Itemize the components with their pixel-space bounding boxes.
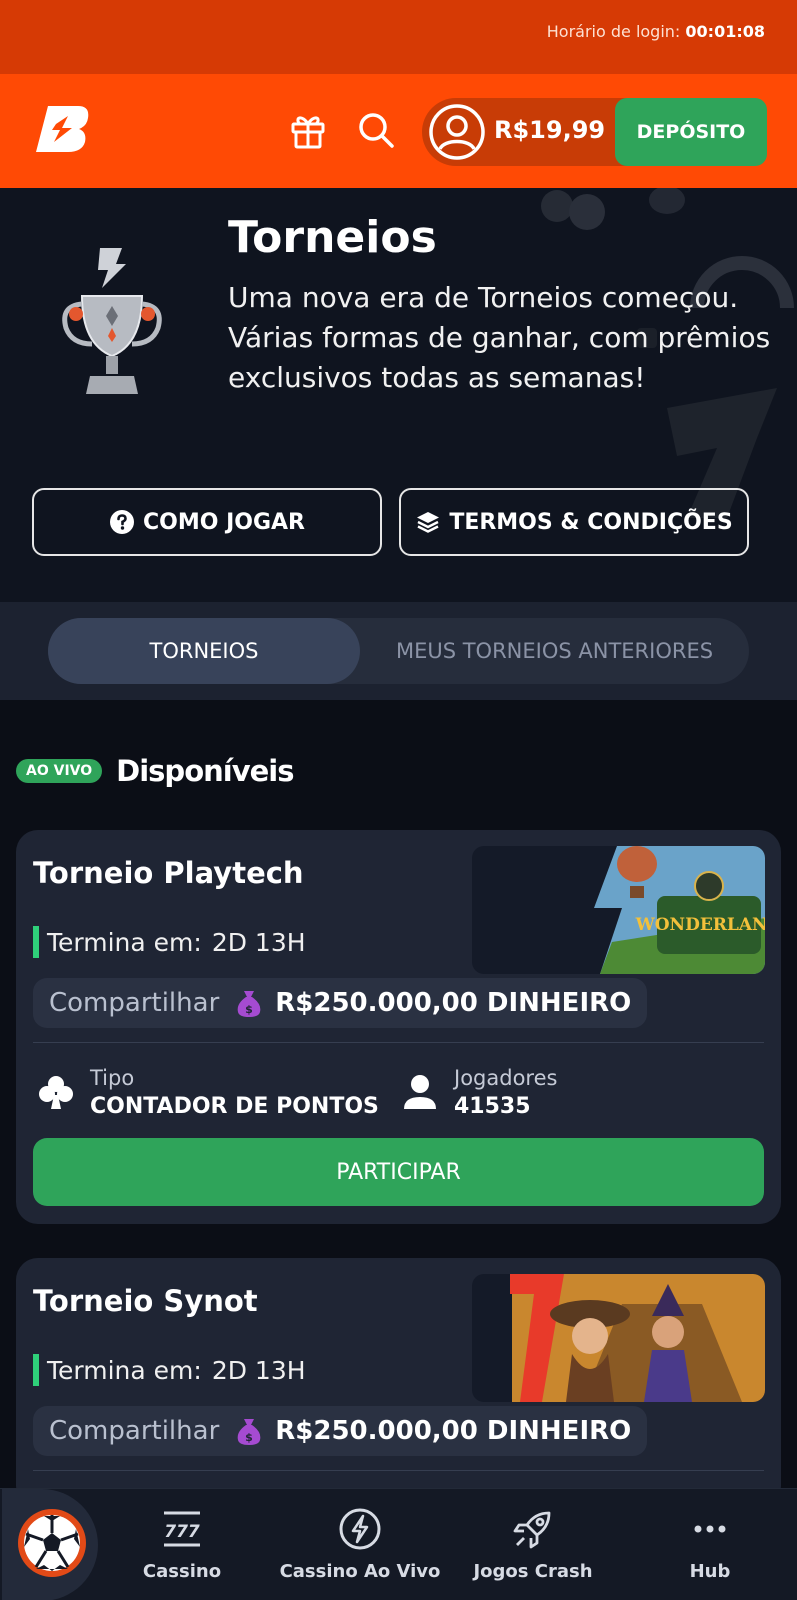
slot-777-icon: 777 — [164, 1511, 200, 1547]
tournament-image[interactable]: WONDERLAND — [472, 846, 765, 974]
layers-icon — [417, 512, 440, 533]
prize-amount: R$250.000,00 DINHEIRO — [275, 1416, 632, 1446]
tabs-bar: TORNEIOS MEUS TORNEIOS ANTERIORES — [0, 602, 797, 700]
rocket-icon — [513, 1511, 551, 1549]
page-title: Torneios — [228, 212, 437, 263]
tab-previous-tournaments[interactable]: MEUS TORNEIOS ANTERIORES — [360, 618, 749, 684]
prize-amount: R$250.000,00 DINHEIRO — [275, 988, 632, 1018]
section-title: Disponíveis — [116, 754, 294, 788]
type-label: Tipo — [90, 1066, 135, 1090]
lightning-icon — [339, 1508, 381, 1550]
user-icon[interactable] — [428, 103, 486, 161]
nav-jogos-crash[interactable]: Jogos Crash — [443, 1507, 623, 1582]
tournament-card[interactable]: Torneio Playtech WONDERLAND Termina em: … — [16, 830, 781, 1224]
svg-text:$: $ — [245, 1431, 253, 1444]
trophy-icon — [62, 248, 162, 394]
nav-cassino-ao-vivo-label: Cassino Ao Vivo — [279, 1561, 441, 1582]
participate-button[interactable]: PARTICIPAR — [33, 1138, 764, 1206]
tab-torneios[interactable]: TORNEIOS — [48, 618, 360, 684]
tournament-players: Jogadores 41535 — [400, 1066, 557, 1119]
sports-button[interactable] — [2, 1489, 98, 1600]
tournament-card[interactable]: Torneio Synot Termina em: 2D 13H Compart… — [16, 1258, 781, 1508]
type-value: CONTADOR DE PONTOS — [90, 1094, 379, 1119]
search-icon[interactable] — [356, 110, 396, 150]
gift-icon[interactable] — [288, 110, 328, 150]
login-time-label: Horário de login: — [546, 22, 681, 41]
nav-hub[interactable]: Hub — [620, 1507, 797, 1582]
how-to-play-label: COMO JOGAR — [142, 509, 305, 535]
top-status-bar: Horário de login: 00:01:08 — [0, 0, 797, 74]
balance-amount: R$19,99 — [494, 116, 606, 144]
question-icon — [109, 510, 134, 534]
tournament-type: Tipo CONTADOR DE PONTOS — [36, 1066, 379, 1119]
ends-value: 2D 13H — [211, 1355, 306, 1385]
tournament-image-text: WONDERLAND — [635, 915, 765, 935]
money-bag-icon: $ — [237, 991, 261, 1017]
svg-text:$: $ — [245, 1003, 253, 1016]
more-dots-icon — [694, 1525, 726, 1533]
login-time: Horário de login: 00:01:08 — [547, 22, 765, 41]
nav-cassino-ao-vivo[interactable]: Cassino Ao Vivo — [270, 1507, 450, 1582]
divider — [33, 1042, 764, 1043]
terms-label: TERMOS & CONDIÇÕES — [449, 509, 733, 535]
section-header: AO VIVO Disponíveis — [16, 754, 294, 788]
prize-bar[interactable]: Compartilhar $ R$250.000,00 DINHEIRO — [33, 1406, 648, 1456]
players-label: Jogadores — [454, 1066, 558, 1090]
ends-label: Termina em: — [47, 1355, 202, 1385]
nav-hub-label: Hub — [689, 1561, 731, 1582]
soccer-ball-icon — [18, 1509, 86, 1577]
ends-label: Termina em: — [47, 927, 202, 957]
ends-value: 2D 13H — [211, 927, 306, 957]
tabs-toggle: TORNEIOS MEUS TORNEIOS ANTERIORES — [48, 618, 749, 684]
nav-cassino[interactable]: 777 Cassino — [92, 1507, 272, 1582]
tournament-image[interactable] — [472, 1274, 765, 1402]
tournament-title: Torneio Synot — [33, 1284, 258, 1318]
ends-indicator — [33, 1354, 39, 1386]
tournaments-hero: Torneios Uma nova era de Torneios começo… — [0, 188, 797, 602]
terms-button[interactable]: TERMOS & CONDIÇÕES — [399, 488, 749, 556]
nav-jogos-crash-label: Jogos Crash — [473, 1561, 593, 1582]
account-balance[interactable]: R$19,99 DEPÓSITO — [422, 98, 767, 166]
header: R$19,99 DEPÓSITO — [0, 74, 797, 188]
share-label: Compartilhar — [49, 1416, 220, 1446]
nav-cassino-label: Cassino — [142, 1561, 222, 1582]
bottom-nav: 777 Cassino Cassino Ao Vivo Jogos Crash … — [0, 1488, 797, 1600]
brand-b-logo[interactable] — [34, 102, 92, 156]
login-time-value: 00:01:08 — [685, 22, 765, 41]
share-label: Compartilhar — [49, 988, 220, 1018]
divider — [33, 1470, 764, 1471]
ends-indicator — [33, 926, 39, 958]
svg-text:777: 777 — [164, 1522, 200, 1542]
money-bag-icon: $ — [237, 1419, 261, 1445]
club-icon — [39, 1075, 73, 1109]
deposit-button[interactable]: DEPÓSITO — [615, 98, 767, 166]
live-badge: AO VIVO — [16, 759, 103, 783]
ends-in: Termina em: 2D 13H — [33, 1354, 306, 1386]
hero-description: Uma nova era de Torneios começou. Várias… — [228, 281, 771, 394]
person-icon — [404, 1074, 436, 1109]
how-to-play-button[interactable]: COMO JOGAR — [32, 488, 382, 556]
players-value: 41535 — [454, 1094, 531, 1119]
prize-bar[interactable]: Compartilhar $ R$250.000,00 DINHEIRO — [33, 978, 648, 1028]
tournament-title: Torneio Playtech — [33, 856, 304, 890]
ends-in: Termina em: 2D 13H — [33, 926, 306, 958]
